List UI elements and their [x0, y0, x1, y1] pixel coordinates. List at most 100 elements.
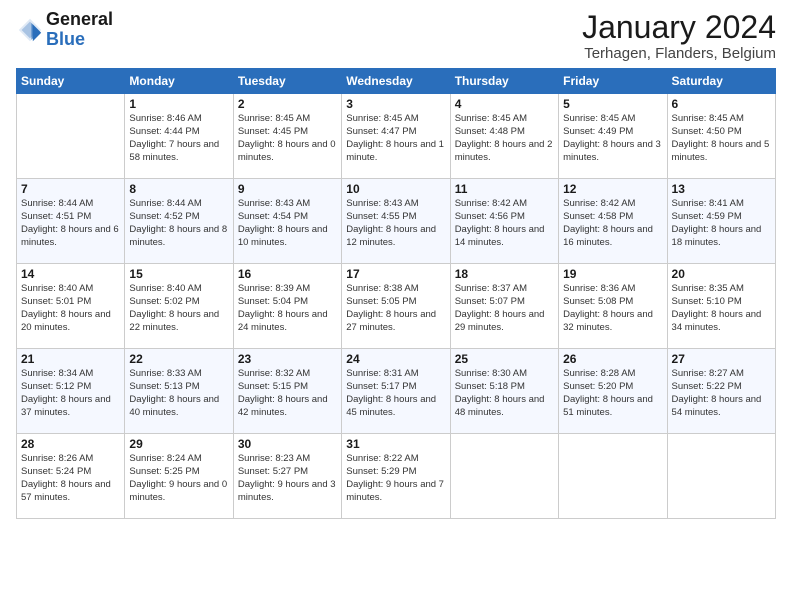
day-cell: 12 Sunrise: 8:42 AMSunset: 4:58 PMDayligh…: [559, 179, 667, 264]
day-number: 3: [346, 97, 445, 111]
main-container: GeneralBlue January 2024 Terhagen, Fland…: [0, 0, 792, 529]
location: Terhagen, Flanders, Belgium: [582, 45, 776, 62]
day-info: Sunrise: 8:32 AMSunset: 5:15 PMDaylight:…: [238, 368, 337, 419]
day-cell: 5 Sunrise: 8:45 AMSunset: 4:49 PMDaylight…: [559, 94, 667, 179]
day-cell: 7Sunrise: 8:44 AMSunset: 4:51 PMDaylight…: [17, 179, 125, 264]
day-number: 1: [129, 97, 228, 111]
day-info: Sunrise: 8:41 AMSunset: 4:59 PMDaylight:…: [672, 198, 771, 249]
day-info: Sunrise: 8:42 AMSunset: 4:56 PMDaylight:…: [455, 198, 554, 249]
col-header-tuesday: Tuesday: [233, 69, 341, 94]
week-row-4: 21Sunrise: 8:34 AMSunset: 5:12 PMDayligh…: [17, 349, 776, 434]
day-number: 13: [672, 182, 771, 196]
logo-icon: [16, 16, 44, 44]
day-cell: 2Sunrise: 8:45 AMSunset: 4:45 PMDaylight…: [233, 94, 341, 179]
day-cell: 24 Sunrise: 8:31 AMSunset: 5:17 PMDayligh…: [342, 349, 450, 434]
day-info: Sunrise: 8:40 AMSunset: 5:01 PMDaylight:…: [21, 283, 120, 334]
day-cell: 13 Sunrise: 8:41 AMSunset: 4:59 PMDayligh…: [667, 179, 775, 264]
day-info: Sunrise: 8:31 AMSunset: 5:17 PMDaylight:…: [346, 368, 445, 419]
day-number: 5: [563, 97, 662, 111]
day-info: Sunrise: 8:45 AMSunset: 4:47 PMDaylight:…: [346, 113, 445, 164]
day-info: Sunrise: 8:37 AMSunset: 5:07 PMDaylight:…: [455, 283, 554, 334]
week-row-2: 7Sunrise: 8:44 AMSunset: 4:51 PMDaylight…: [17, 179, 776, 264]
day-info: Sunrise: 8:23 AMSunset: 5:27 PMDaylight:…: [238, 453, 337, 504]
day-cell: 31Sunrise: 8:22 AMSunset: 5:29 PMDayligh…: [342, 434, 450, 519]
day-info: Sunrise: 8:45 AMSunset: 4:48 PMDaylight:…: [455, 113, 554, 164]
header-row: SundayMondayTuesdayWednesdayThursdayFrid…: [17, 69, 776, 94]
col-header-thursday: Thursday: [450, 69, 558, 94]
month-title: January 2024: [582, 10, 776, 45]
day-info: Sunrise: 8:43 AMSunset: 4:55 PMDaylight:…: [346, 198, 445, 249]
col-header-saturday: Saturday: [667, 69, 775, 94]
day-number: 15: [129, 267, 228, 281]
day-cell: 27 Sunrise: 8:27 AMSunset: 5:22 PMDayligh…: [667, 349, 775, 434]
day-cell: 22Sunrise: 8:33 AMSunset: 5:13 PMDayligh…: [125, 349, 233, 434]
day-number: 4: [455, 97, 554, 111]
day-number: 20: [672, 267, 771, 281]
day-info: Sunrise: 8:38 AMSunset: 5:05 PMDaylight:…: [346, 283, 445, 334]
day-cell: 9Sunrise: 8:43 AMSunset: 4:54 PMDaylight…: [233, 179, 341, 264]
col-header-monday: Monday: [125, 69, 233, 94]
day-number: 28: [21, 437, 120, 451]
header: GeneralBlue January 2024 Terhagen, Fland…: [16, 10, 776, 62]
day-cell: 21Sunrise: 8:34 AMSunset: 5:12 PMDayligh…: [17, 349, 125, 434]
day-cell: 8Sunrise: 8:44 AMSunset: 4:52 PMDaylight…: [125, 179, 233, 264]
day-cell: 14 Sunrise: 8:40 AMSunset: 5:01 PMDayligh…: [17, 264, 125, 349]
day-number: 22: [129, 352, 228, 366]
day-number: 2: [238, 97, 337, 111]
day-info: Sunrise: 8:36 AMSunset: 5:08 PMDaylight:…: [563, 283, 662, 334]
calendar-table: SundayMondayTuesdayWednesdayThursdayFrid…: [16, 68, 776, 519]
day-number: 6: [672, 97, 771, 111]
day-number: 12: [563, 182, 662, 196]
day-info: Sunrise: 8:30 AMSunset: 5:18 PMDaylight:…: [455, 368, 554, 419]
day-cell: 23 Sunrise: 8:32 AMSunset: 5:15 PMDayligh…: [233, 349, 341, 434]
day-cell: 29 Sunrise: 8:24 AMSunset: 5:25 PMDayligh…: [125, 434, 233, 519]
day-cell: [559, 434, 667, 519]
day-number: 21: [21, 352, 120, 366]
day-info: Sunrise: 8:26 AMSunset: 5:24 PMDaylight:…: [21, 453, 120, 504]
day-cell: 25Sunrise: 8:30 AMSunset: 5:18 PMDayligh…: [450, 349, 558, 434]
day-cell: 11 Sunrise: 8:42 AMSunset: 4:56 PMDayligh…: [450, 179, 558, 264]
day-number: 10: [346, 182, 445, 196]
day-number: 9: [238, 182, 337, 196]
day-cell: [667, 434, 775, 519]
day-info: Sunrise: 8:27 AMSunset: 5:22 PMDaylight:…: [672, 368, 771, 419]
day-number: 18: [455, 267, 554, 281]
day-number: 24: [346, 352, 445, 366]
day-cell: 26Sunrise: 8:28 AMSunset: 5:20 PMDayligh…: [559, 349, 667, 434]
day-cell: 1 Sunrise: 8:46 AMSunset: 4:44 PMDaylight…: [125, 94, 233, 179]
day-info: Sunrise: 8:46 AMSunset: 4:44 PMDaylight:…: [129, 113, 228, 164]
day-number: 23: [238, 352, 337, 366]
day-info: Sunrise: 8:28 AMSunset: 5:20 PMDaylight:…: [563, 368, 662, 419]
day-number: 27: [672, 352, 771, 366]
day-cell: [17, 94, 125, 179]
logo: GeneralBlue: [16, 10, 113, 50]
day-number: 29: [129, 437, 228, 451]
day-info: Sunrise: 8:42 AMSunset: 4:58 PMDaylight:…: [563, 198, 662, 249]
day-cell: 28 Sunrise: 8:26 AMSunset: 5:24 PMDayligh…: [17, 434, 125, 519]
day-number: 30: [238, 437, 337, 451]
day-info: Sunrise: 8:44 AMSunset: 4:52 PMDaylight:…: [129, 198, 228, 249]
day-info: Sunrise: 8:35 AMSunset: 5:10 PMDaylight:…: [672, 283, 771, 334]
day-cell: 4 Sunrise: 8:45 AMSunset: 4:48 PMDaylight…: [450, 94, 558, 179]
day-cell: 10 Sunrise: 8:43 AMSunset: 4:55 PMDayligh…: [342, 179, 450, 264]
day-cell: 30 Sunrise: 8:23 AMSunset: 5:27 PMDayligh…: [233, 434, 341, 519]
title-section: January 2024 Terhagen, Flanders, Belgium: [582, 10, 776, 62]
day-cell: [450, 434, 558, 519]
day-number: 11: [455, 182, 554, 196]
day-info: Sunrise: 8:24 AMSunset: 5:25 PMDaylight:…: [129, 453, 228, 504]
day-cell: 6Sunrise: 8:45 AMSunset: 4:50 PMDaylight…: [667, 94, 775, 179]
day-number: 17: [346, 267, 445, 281]
day-cell: 18 Sunrise: 8:37 AMSunset: 5:07 PMDayligh…: [450, 264, 558, 349]
week-row-1: 1 Sunrise: 8:46 AMSunset: 4:44 PMDaylight…: [17, 94, 776, 179]
day-info: Sunrise: 8:45 AMSunset: 4:49 PMDaylight:…: [563, 113, 662, 164]
col-header-sunday: Sunday: [17, 69, 125, 94]
day-info: Sunrise: 8:40 AMSunset: 5:02 PMDaylight:…: [129, 283, 228, 334]
day-cell: 17 Sunrise: 8:38 AMSunset: 5:05 PMDayligh…: [342, 264, 450, 349]
logo-text: GeneralBlue: [46, 10, 113, 50]
week-row-5: 28 Sunrise: 8:26 AMSunset: 5:24 PMDayligh…: [17, 434, 776, 519]
day-number: 31: [346, 437, 445, 451]
day-number: 19: [563, 267, 662, 281]
day-number: 14: [21, 267, 120, 281]
col-header-friday: Friday: [559, 69, 667, 94]
day-cell: 16Sunrise: 8:39 AMSunset: 5:04 PMDayligh…: [233, 264, 341, 349]
